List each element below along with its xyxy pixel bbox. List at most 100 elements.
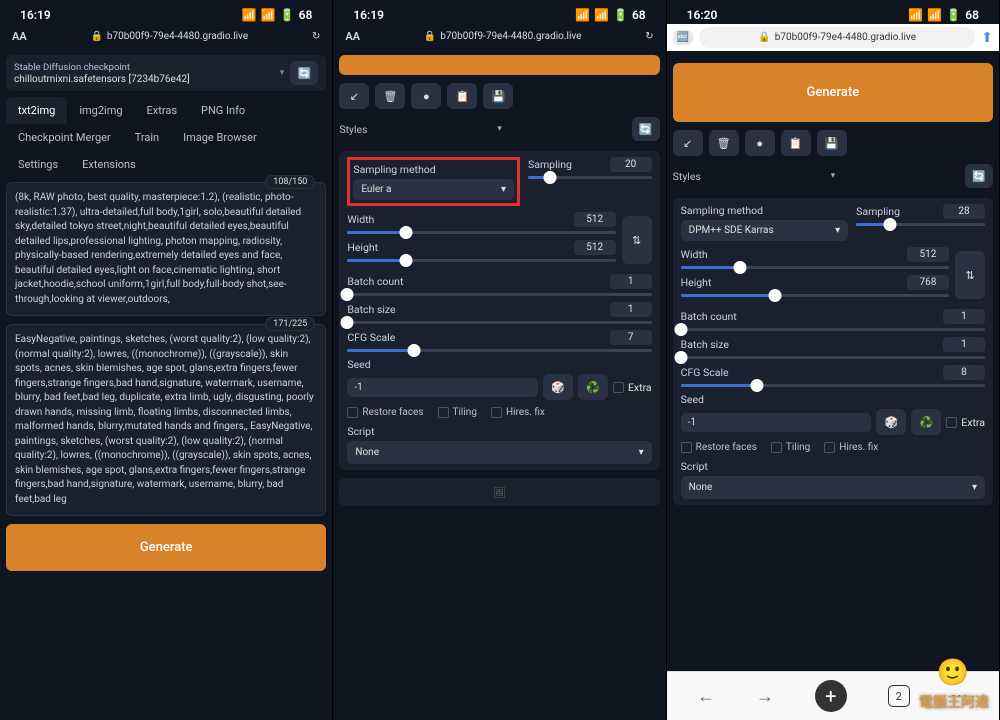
tab-settings[interactable]: Settings (6, 151, 70, 178)
tab-txt2img[interactable]: txt2img (6, 97, 67, 124)
batch-count-value[interactable]: 1 (943, 309, 985, 324)
sampling-steps-value[interactable]: 28 (943, 204, 985, 219)
tab-pnginfo[interactable]: PNG Info (189, 97, 257, 124)
address-bar[interactable]: AA 🔒b70b00f9-79e4-4480.gradio.live ↻ (333, 24, 665, 49)
width-value[interactable]: 512 (574, 212, 616, 227)
translate-icon[interactable]: 🔤 (673, 30, 693, 45)
address-bar[interactable]: AA 🔒b70b00f9-79e4-4480.gradio.live ↻ (0, 24, 332, 49)
record-icon[interactable]: ● (745, 130, 775, 156)
batch-count-value[interactable]: 1 (610, 274, 652, 289)
swap-dimensions-button[interactable]: ⇅ (955, 251, 985, 299)
batch-size-slider[interactable] (681, 356, 985, 359)
clipboard-icon[interactable]: 📋 (781, 130, 811, 156)
share-icon[interactable]: ⬆ (981, 30, 993, 46)
reload-icon[interactable]: ↻ (645, 31, 653, 42)
clipboard-icon[interactable]: 📋 (447, 83, 477, 109)
sampling-steps-slider[interactable] (528, 176, 652, 179)
batch-size-label: Batch size (347, 303, 601, 316)
generate-button[interactable]: Generate (673, 63, 993, 122)
hires-fix-checkbox[interactable] (491, 407, 502, 418)
tab-image-browser[interactable]: Image Browser (171, 124, 269, 151)
nav-forward-icon[interactable]: → (756, 686, 774, 707)
batch-size-slider[interactable] (347, 321, 651, 324)
extra-checkbox[interactable] (946, 417, 957, 428)
status-time: 16:19 (353, 8, 384, 22)
save-icon[interactable]: 💾 (483, 83, 513, 109)
batch-count-slider[interactable] (347, 293, 651, 296)
phone-screenshot-2: 16:19 📶📶🔋68 AA 🔒b70b00f9-79e4-4480.gradi… (333, 0, 666, 720)
prompt-textarea[interactable]: 108/150 (8k, RAW photo, best quality, ma… (6, 182, 326, 316)
seed-input[interactable]: -1 (681, 413, 872, 432)
wifi-icon: 📶 (927, 8, 942, 22)
checkpoint-selector[interactable]: Stable Diffusion checkpoint chilloutmixn… (6, 55, 326, 91)
width-slider[interactable] (347, 231, 615, 234)
record-icon[interactable]: ● (411, 83, 441, 109)
height-slider[interactable] (347, 259, 615, 262)
cfg-value[interactable]: 8 (943, 365, 985, 380)
tab-train[interactable]: Train (123, 124, 171, 151)
generate-button[interactable]: Generate (6, 524, 326, 571)
generate-button-partial[interactable] (339, 55, 659, 75)
batch-size-value[interactable]: 1 (943, 337, 985, 352)
sampling-steps-slider[interactable] (856, 223, 985, 226)
reload-icon[interactable]: ↻ (312, 31, 320, 42)
swap-dimensions-button[interactable]: ⇅ (622, 216, 652, 264)
height-slider[interactable] (681, 294, 949, 297)
restore-faces-checkbox[interactable] (347, 407, 358, 418)
recycle-icon[interactable]: ♻️ (578, 374, 608, 400)
aa-button[interactable]: AA (12, 30, 27, 43)
cfg-value[interactable]: 7 (610, 330, 652, 345)
width-value[interactable]: 512 (907, 247, 949, 262)
trash-icon[interactable]: 🗑 (375, 83, 405, 109)
arrow-diag-icon[interactable]: ↙ (339, 83, 369, 109)
battery-icon: 🔋 (946, 8, 961, 22)
address-bar[interactable]: 🔒b70b00f9-79e4-4480.gradio.live (699, 27, 975, 48)
cfg-slider[interactable] (347, 349, 651, 352)
height-label: Height (347, 241, 565, 254)
recycle-icon[interactable]: ♻️ (911, 409, 941, 435)
aa-button[interactable]: AA (345, 30, 360, 43)
tab-extensions[interactable]: Extensions (70, 151, 148, 178)
styles-dropdown[interactable]: ▾ (707, 167, 959, 185)
restore-faces-checkbox[interactable] (681, 442, 692, 453)
styles-label: Styles (339, 123, 367, 136)
tiling-checkbox[interactable] (438, 407, 449, 418)
script-dropdown[interactable]: None▾ (347, 441, 651, 464)
save-icon[interactable]: 💾 (817, 130, 847, 156)
width-slider[interactable] (681, 266, 949, 269)
styles-dropdown[interactable]: ▾ (374, 120, 626, 138)
seed-input[interactable]: -1 (347, 378, 538, 397)
height-value[interactable]: 512 (574, 240, 616, 255)
refresh-button[interactable]: 🔄 (290, 61, 318, 85)
tiling-checkbox[interactable] (771, 442, 782, 453)
tab-checkpoint-merger[interactable]: Checkpoint Merger (6, 124, 123, 151)
hires-fix-checkbox[interactable] (824, 442, 835, 453)
status-bar: 16:20 📶📶🔋68 (667, 0, 999, 24)
batch-count-slider[interactable] (681, 328, 985, 331)
sampling-steps-value[interactable]: 20 (610, 157, 652, 172)
sampling-method-dropdown[interactable]: Euler a▾ (353, 179, 514, 200)
dice-icon[interactable]: 🎲 (543, 374, 573, 400)
wifi-icon: 📶 (594, 8, 609, 22)
cfg-slider[interactable] (681, 384, 985, 387)
sampling-method-dropdown[interactable]: DPM++ SDE Karras▾ (681, 220, 848, 241)
height-value[interactable]: 768 (907, 275, 949, 290)
url-text: b70b00f9-79e4-4480.gradio.live (775, 32, 916, 43)
nav-tabs-button[interactable]: 2 (888, 685, 910, 707)
nav-back-icon[interactable]: ← (697, 686, 715, 707)
trash-icon[interactable]: 🗑 (709, 130, 739, 156)
styles-refresh[interactable]: 🔄 (632, 117, 660, 141)
extra-checkbox[interactable] (613, 382, 624, 393)
tab-img2img[interactable]: img2img (67, 97, 134, 124)
styles-refresh[interactable]: 🔄 (965, 164, 993, 188)
batch-count-label: Batch count (681, 310, 935, 323)
batch-size-value[interactable]: 1 (610, 302, 652, 317)
signal-icon: 📶 (908, 8, 923, 22)
arrow-diag-icon[interactable]: ↙ (673, 130, 703, 156)
script-dropdown[interactable]: None▾ (681, 476, 985, 499)
width-label: Width (681, 248, 899, 261)
nav-newtab-icon[interactable]: + (815, 680, 847, 712)
tab-extras[interactable]: Extras (135, 97, 189, 124)
negative-prompt-textarea[interactable]: 171/225 EasyNegative, paintings, sketche… (6, 324, 326, 516)
dice-icon[interactable]: 🎲 (876, 409, 906, 435)
